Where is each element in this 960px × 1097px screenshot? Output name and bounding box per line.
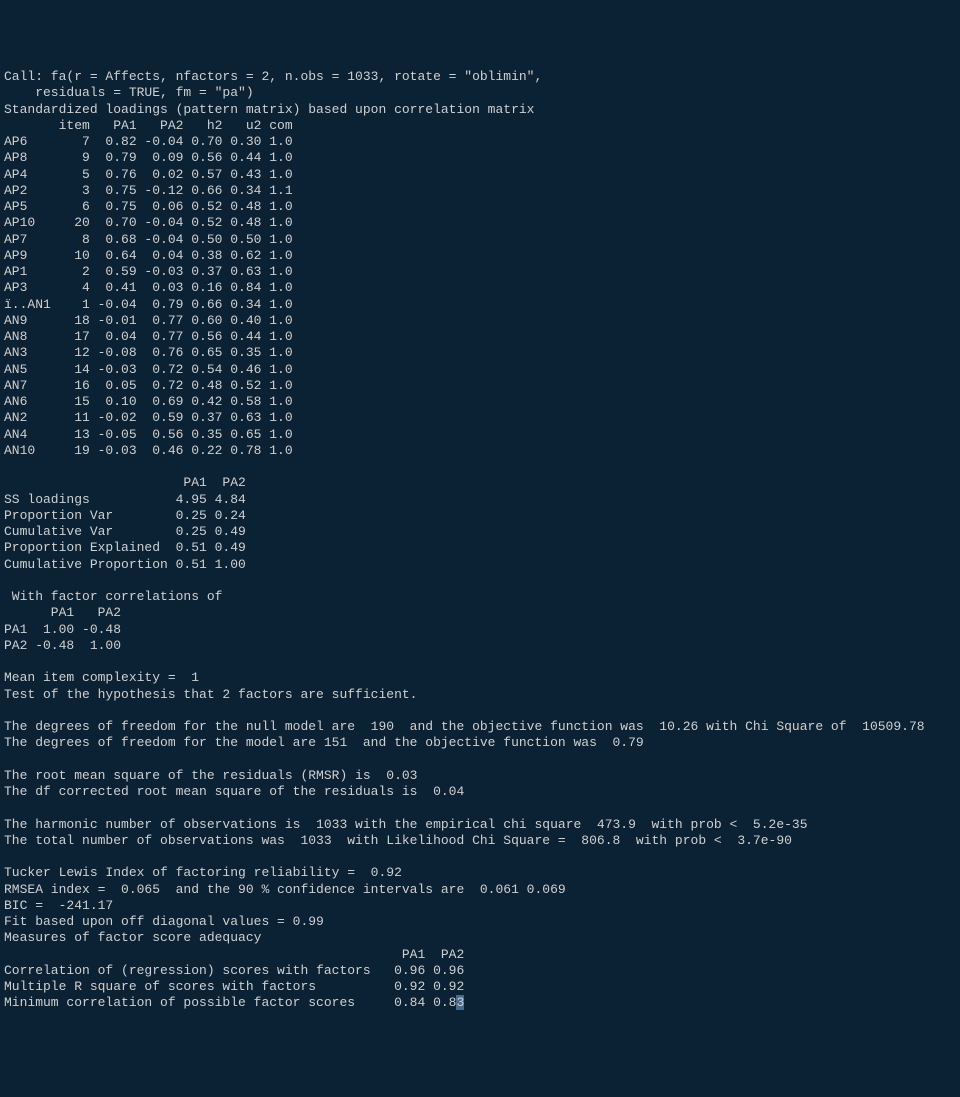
text-selection: 3 [456, 995, 464, 1010]
console-output: Call: fa(r = Affects, nfactors = 2, n.ob… [4, 69, 956, 1012]
